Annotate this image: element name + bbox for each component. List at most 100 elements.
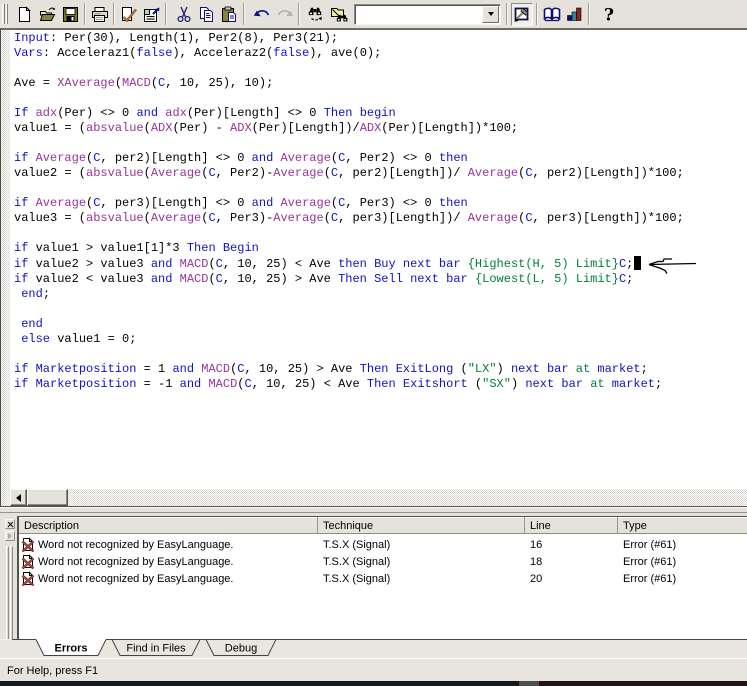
toolbar: ?	[0, 0, 747, 28]
close-panel-button[interactable]	[5, 519, 15, 529]
copy-button[interactable]	[195, 2, 218, 26]
save-button[interactable]	[59, 2, 82, 26]
bottom-tabstrip: Errors Find in Files Debug	[0, 639, 747, 658]
error-cell: 16	[530, 539, 542, 551]
code-line	[14, 61, 747, 76]
code-line: Vars: Acceleraz1(false), Acceleraz2(fals…	[14, 46, 747, 61]
power-editor-button[interactable]	[511, 3, 533, 26]
code-line: end;	[14, 287, 747, 302]
toolbar-grip[interactable]	[2, 4, 9, 24]
code-line: If adx(Per) <> 0 and adx(Per)[Length] <>…	[14, 106, 747, 121]
error-row[interactable]: Word not recognized by EasyLanguage.T.S.…	[19, 570, 747, 587]
error-cell: 18	[530, 556, 542, 568]
error-cell: Word not recognized by EasyLanguage.	[38, 573, 233, 585]
power-editor-window: ? Input: Per(30), Length(1), Per2(8), Pe…	[0, 0, 747, 686]
scrollbar-thumb[interactable]	[27, 489, 68, 506]
verify-icon	[120, 6, 138, 23]
open-button[interactable]	[36, 2, 59, 26]
new-document-icon	[16, 6, 33, 23]
code-line: if value2 > value3 and MACD(C, 10, 25) <…	[14, 256, 747, 272]
redo-icon	[276, 6, 294, 23]
error-cell: T.S.X (Signal)	[323, 556, 390, 568]
column-header-type[interactable]: Type	[618, 517, 747, 533]
verify-button[interactable]	[117, 2, 140, 26]
undo-button[interactable]	[250, 2, 273, 26]
code-line: value1 = (absvalue(ADX(Per) - ADX(Per)[L…	[14, 121, 747, 136]
error-row[interactable]: Word not recognized by EasyLanguage. T.S.…	[19, 536, 747, 553]
toolbar-separator	[536, 3, 538, 25]
error-cell: Error (#61)	[623, 573, 676, 585]
find-icon	[307, 6, 325, 23]
print-button[interactable]	[88, 2, 111, 26]
tab-label[interactable]: Errors	[54, 643, 87, 655]
help-icon: ?	[601, 6, 618, 23]
error-cell: 20	[530, 573, 542, 585]
tab-label[interactable]: Find in Files	[126, 643, 186, 655]
code-line: else value1 = 0;	[14, 332, 747, 347]
error-row[interactable]: Word not recognized by EasyLanguage. T.S.…	[19, 553, 747, 570]
code-line: end	[14, 317, 747, 332]
code-line: if value2 < value3 and MACD(C, 10, 25) >…	[14, 272, 747, 287]
code-line: if Average(C, per3)[Length] <> 0 and Ave…	[14, 196, 747, 211]
chart-button[interactable]	[563, 2, 586, 26]
error-panel: DescriptionTechniqueLineType Word not re…	[0, 513, 747, 639]
code-editor[interactable]: Input: Per(30), Length(1), Per2(8), Per3…	[0, 28, 747, 507]
dictionary-button[interactable]	[540, 2, 563, 26]
properties-button[interactable]	[140, 2, 163, 26]
redo-button[interactable]	[273, 2, 296, 26]
toolbar-separator	[243, 3, 245, 25]
toolbar-separator	[588, 3, 590, 25]
code-line: Ave = XAverage(MACD(C, 10, 25), 10);	[14, 76, 747, 91]
column-header-description[interactable]: Description	[19, 517, 318, 533]
status-text: For Help, press F1	[7, 665, 98, 677]
close-icon	[7, 521, 13, 527]
undo-icon	[253, 6, 271, 23]
arrow-left-icon	[16, 494, 21, 502]
chevron-down-icon	[488, 12, 494, 16]
find-button[interactable]	[304, 2, 327, 26]
horizontal-scrollbar[interactable]	[10, 489, 747, 506]
chart-icon	[566, 6, 583, 23]
cut-button[interactable]	[172, 2, 195, 26]
code-line	[14, 226, 747, 241]
error-cell: Word not recognized by EasyLanguage.	[38, 539, 233, 551]
code-line: Input: Per(30), Length(1), Per2(8), Per3…	[14, 31, 747, 46]
print-icon	[91, 6, 109, 23]
error-cell: Word not recognized by EasyLanguage.	[38, 556, 233, 568]
code-line	[14, 302, 747, 317]
error-icon	[21, 537, 35, 552]
error-cell: Error (#61)	[623, 556, 676, 568]
code-line: if Marketposition = 1 and MACD(C, 10, 25…	[14, 362, 747, 377]
code-line: value2 = (absvalue(Average(C, Per2)-Aver…	[14, 166, 747, 181]
code-line: if Marketposition = -1 and MACD(C, 10, 2…	[14, 377, 747, 392]
cut-icon	[176, 6, 192, 23]
code-line	[14, 91, 747, 106]
find-in-files-icon	[330, 6, 348, 23]
toolbar-separator	[165, 3, 167, 25]
scroll-left-button[interactable]	[10, 489, 27, 506]
code-text[interactable]: Input: Per(30), Length(1), Per2(8), Per3…	[10, 30, 747, 489]
function-combobox[interactable]	[354, 4, 501, 25]
text-cursor	[634, 256, 641, 270]
new-button[interactable]	[13, 2, 36, 26]
column-header-technique[interactable]: Technique	[318, 517, 525, 533]
toolbar-separator	[84, 3, 86, 25]
error-cell: T.S.X (Signal)	[323, 539, 390, 551]
error-icon	[21, 571, 35, 586]
svg-text:?: ?	[604, 6, 614, 23]
combobox-dropdown-button[interactable]	[482, 6, 499, 23]
column-header-line[interactable]: Line	[525, 517, 618, 533]
tab-label[interactable]: Debug	[225, 643, 257, 655]
error-list-header: DescriptionTechniqueLineType	[19, 517, 747, 534]
status-bar: For Help, press F1	[0, 658, 747, 681]
copy-icon	[198, 6, 215, 23]
help-button[interactable]: ?	[598, 2, 621, 26]
power-editor-icon	[513, 6, 531, 23]
expand-panel-button[interactable]	[5, 531, 15, 541]
taskbar-sliver	[0, 681, 747, 686]
find-in-files-button[interactable]	[327, 2, 350, 26]
code-line	[14, 181, 747, 196]
toolbar-separator	[506, 3, 508, 25]
save-icon	[62, 6, 79, 23]
paste-button[interactable]	[218, 2, 241, 26]
